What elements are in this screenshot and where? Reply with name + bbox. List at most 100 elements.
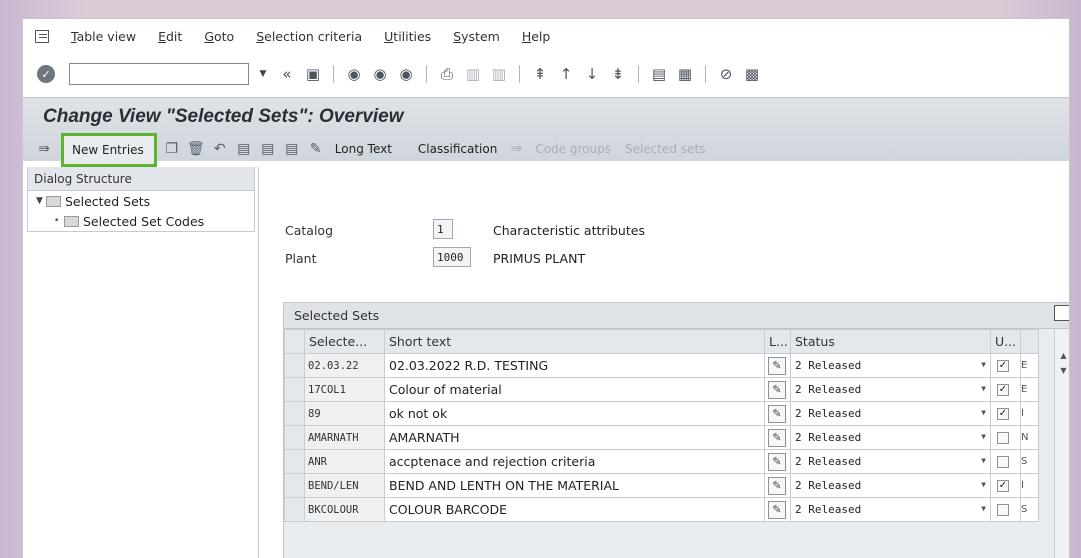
- table-row[interactable]: 02.03.22 02.03.2022 R.D. TESTING ✎ 2 Releas…: [284, 353, 1039, 378]
- status-cell[interactable]: 2 Released ▼: [790, 353, 991, 378]
- long-text-cell[interactable]: ✎: [764, 497, 791, 522]
- select-all-column-header[interactable]: [284, 329, 305, 354]
- table-row[interactable]: ANR accptenace and rejection criteria ✎ 2 R…: [284, 449, 1039, 474]
- short-text-cell[interactable]: accptenace and rejection criteria: [384, 449, 765, 474]
- short-text-cell[interactable]: ok not ok: [384, 401, 765, 426]
- column-header-usage[interactable]: U...: [990, 329, 1021, 354]
- long-text-button[interactable]: Long Text: [331, 142, 396, 156]
- menu-help[interactable]: Help: [522, 29, 551, 44]
- usage-cell[interactable]: ✓: [990, 353, 1021, 378]
- last-page-icon[interactable]: ⇟: [608, 64, 628, 84]
- long-text-icon[interactable]: ✎: [768, 500, 786, 519]
- usage-checkbox[interactable]: [997, 503, 1009, 516]
- table-row[interactable]: 89 ok not ok ✎ 2 Released ▼ ✓ I: [284, 401, 1039, 426]
- shortcut-icon[interactable]: ▦: [675, 64, 695, 84]
- double-chevron-left-icon[interactable]: «: [277, 64, 297, 84]
- menu-selection-criteria[interactable]: Selection criteria: [256, 29, 362, 44]
- long-text-cell[interactable]: ✎: [764, 377, 791, 402]
- exit-icon[interactable]: ◉: [370, 64, 390, 84]
- usage-cell[interactable]: ✓: [990, 473, 1021, 498]
- usage-cell[interactable]: [990, 425, 1021, 450]
- menu-utilities[interactable]: Utilities: [384, 29, 431, 44]
- plant-field[interactable]: 1000: [433, 247, 471, 267]
- enter-icon[interactable]: ✓: [37, 65, 55, 83]
- row-selector[interactable]: [284, 425, 305, 450]
- table-row[interactable]: AMARNATH AMARNATH ✎ 2 Released ▼ N: [284, 425, 1039, 450]
- deselect-all-icon[interactable]: ▤: [283, 140, 301, 158]
- long-text-icon[interactable]: ✎: [768, 428, 786, 447]
- long-text-icon[interactable]: ✎: [768, 380, 786, 399]
- column-header-status[interactable]: Status: [790, 329, 991, 354]
- status-cell[interactable]: 2 Released ▼: [790, 377, 991, 402]
- row-selector[interactable]: [284, 473, 305, 498]
- menu-goto[interactable]: Goto: [204, 29, 234, 44]
- long-text-cell[interactable]: ✎: [764, 425, 791, 450]
- command-field[interactable]: [69, 63, 249, 85]
- chevron-down-icon[interactable]: ▼: [981, 384, 986, 393]
- status-cell[interactable]: 2 Released ▼: [790, 473, 991, 498]
- expand-icon[interactable]: ▼: [36, 196, 46, 206]
- short-text-cell[interactable]: 02.03.2022 R.D. TESTING: [384, 353, 765, 378]
- menu-table-view[interactable]: Table view: [71, 29, 136, 44]
- chevron-down-icon[interactable]: ▼: [981, 480, 986, 489]
- status-cell[interactable]: 2 Released ▼: [790, 497, 991, 522]
- chevron-down-icon[interactable]: ▼: [981, 360, 986, 369]
- select-all-icon[interactable]: ▤: [235, 140, 253, 158]
- table-row[interactable]: BKCOLOUR COLOUR BARCODE ✎ 2 Released ▼ S: [284, 497, 1039, 522]
- usage-cell[interactable]: [990, 497, 1021, 522]
- classification-button[interactable]: Classification: [414, 142, 501, 156]
- selected-set-cell[interactable]: BKCOLOUR: [304, 497, 385, 522]
- scroll-up-icon[interactable]: ▲: [1055, 351, 1069, 360]
- undo-icon[interactable]: ↶: [211, 140, 229, 158]
- column-header-selected-set[interactable]: Selecte...: [304, 329, 385, 354]
- usage-checkbox[interactable]: ✓: [997, 359, 1009, 372]
- usage-checkbox[interactable]: ✓: [997, 407, 1009, 420]
- delete-icon[interactable]: 🗑: [187, 140, 205, 158]
- copy-as-icon[interactable]: ❐: [163, 140, 181, 158]
- long-text-icon[interactable]: ✎: [768, 452, 786, 471]
- short-text-cell[interactable]: AMARNATH: [384, 425, 765, 450]
- usage-checkbox[interactable]: ✓: [997, 383, 1009, 396]
- long-text-cell[interactable]: ✎: [764, 449, 791, 474]
- row-selector[interactable]: [284, 377, 305, 402]
- next-page-icon[interactable]: ↓: [582, 64, 602, 84]
- cancel-icon[interactable]: ◉: [396, 64, 416, 84]
- usage-checkbox[interactable]: [997, 455, 1009, 468]
- chevron-down-icon[interactable]: ▼: [981, 432, 986, 441]
- table-row[interactable]: BEND/LEN BEND AND LENTH ON THE MATERIAL ✎ 2…: [284, 473, 1039, 498]
- long-text-icon[interactable]: ✎: [768, 476, 786, 495]
- chevron-down-icon[interactable]: ▼: [981, 456, 986, 465]
- long-text-icon[interactable]: ✎: [768, 404, 786, 423]
- selected-set-cell[interactable]: 02.03.22: [304, 353, 385, 378]
- long-text-cell[interactable]: ✎: [764, 401, 791, 426]
- selected-set-cell[interactable]: ANR: [304, 449, 385, 474]
- new-session-icon[interactable]: ▤: [649, 64, 669, 84]
- chevron-down-icon[interactable]: ▼: [981, 504, 986, 513]
- usage-cell[interactable]: ✓: [990, 401, 1021, 426]
- back-icon[interactable]: ◉: [344, 64, 364, 84]
- long-text-icon[interactable]: ✎: [307, 140, 325, 158]
- help-icon[interactable]: ⊘: [716, 64, 736, 84]
- row-selector[interactable]: [284, 449, 305, 474]
- new-entries-button[interactable]: New Entries: [61, 133, 157, 167]
- menu-icon[interactable]: [35, 29, 49, 43]
- row-selector[interactable]: [284, 353, 305, 378]
- status-cell[interactable]: 2 Released ▼: [790, 401, 991, 426]
- selected-set-cell[interactable]: 89: [304, 401, 385, 426]
- usage-checkbox[interactable]: [997, 431, 1009, 444]
- status-cell[interactable]: 2 Released ▼: [790, 425, 991, 450]
- tree-item-selected-set-codes[interactable]: • Selected Set Codes: [28, 211, 254, 231]
- save-icon[interactable]: ▣: [303, 64, 323, 84]
- scroll-down-icon[interactable]: ▼: [1055, 366, 1069, 375]
- selected-set-cell[interactable]: BEND/LEN: [304, 473, 385, 498]
- long-text-cell[interactable]: ✎: [764, 353, 791, 378]
- prev-page-icon[interactable]: ↑: [556, 64, 576, 84]
- menu-edit[interactable]: Edit: [158, 29, 182, 44]
- long-text-icon[interactable]: ✎: [768, 356, 786, 375]
- vertical-scrollbar[interactable]: ▲ ▼: [1054, 329, 1069, 558]
- selected-set-cell[interactable]: 17COL1: [304, 377, 385, 402]
- customize-icon[interactable]: ▩: [742, 64, 762, 84]
- table-settings-icon[interactable]: [1054, 305, 1069, 321]
- print-icon[interactable]: ⎙: [437, 64, 457, 84]
- usage-checkbox[interactable]: ✓: [997, 479, 1009, 492]
